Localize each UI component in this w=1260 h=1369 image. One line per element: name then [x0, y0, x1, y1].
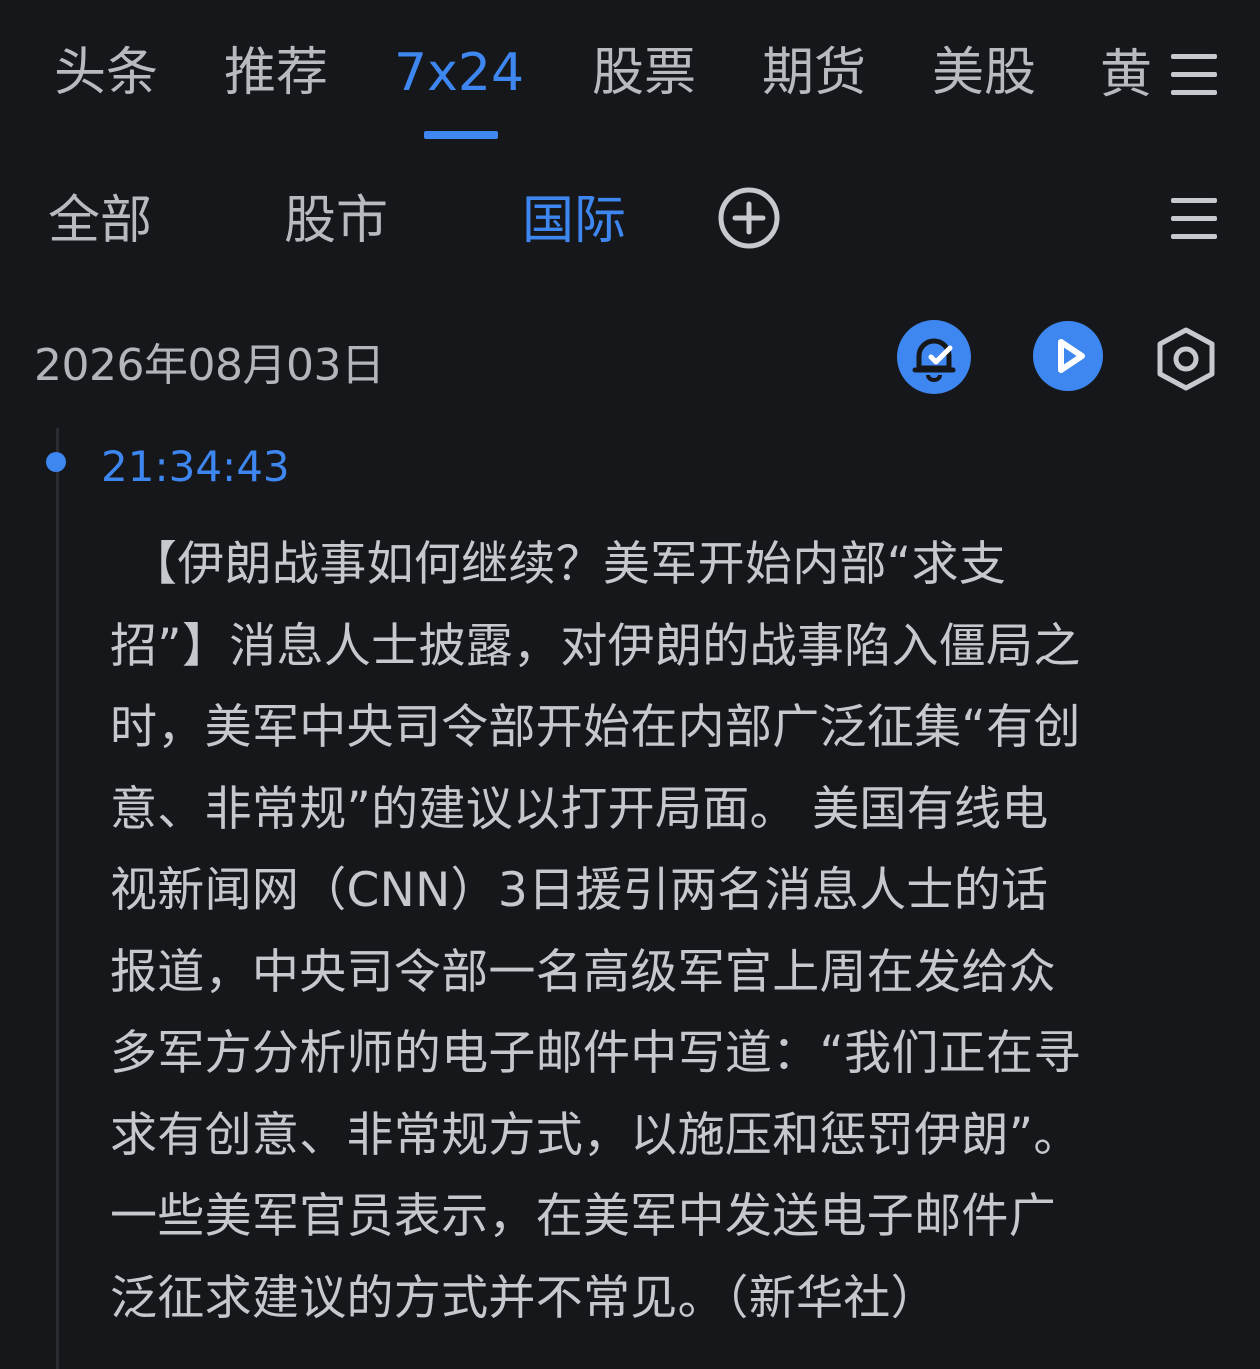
timeline-dot: [46, 452, 66, 472]
subtab-stock-market[interactable]: 股市: [284, 186, 388, 256]
hexagon-settings-icon[interactable]: [1155, 326, 1217, 392]
news-line: 求有创意、非常规方式，以施压和惩罚伊朗”。: [110, 1107, 1081, 1163]
active-tab-indicator: [424, 131, 498, 139]
news-line: 泛征求建议的方式并不常见。（新华社）: [110, 1270, 938, 1326]
tab-overflow-partial[interactable]: 黄: [1100, 40, 1160, 110]
subtab-international[interactable]: 国际: [522, 186, 626, 256]
tab-headlines[interactable]: 头条: [54, 38, 158, 108]
news-line: 多军方分析师的电子邮件中写道：“我们正在寻: [110, 1026, 1081, 1081]
news-line: 报道，中央司令部一名高级军官上周在发给众: [110, 944, 1056, 1000]
tab-7x24[interactable]: 7x24: [394, 38, 524, 108]
tab-overflow-label: 黄: [1100, 45, 1153, 105]
alarm-check-icon: [912, 338, 956, 382]
tab-stocks[interactable]: 股票: [592, 38, 696, 108]
news-line: 视新闻网（CNN）3日援引两名消息人士的话: [110, 863, 1049, 918]
news-time: 21:34:43: [101, 442, 290, 491]
news-line: 一些美军官员表示，在美军中发送电子邮件广: [110, 1189, 1056, 1244]
play-button[interactable]: [1033, 321, 1103, 391]
tab-futures[interactable]: 期货: [762, 38, 866, 108]
alarm-check-button[interactable]: [897, 320, 971, 394]
play-icon: [1058, 339, 1085, 373]
news-line: 时，美军中央司令部开始在内部广泛征集“有创: [110, 700, 1081, 755]
news-line: 意、非常规”的建议以打开局面。 美国有线电: [110, 781, 1049, 837]
tab-recommend[interactable]: 推荐: [224, 38, 328, 108]
hamburger-menu-icon[interactable]: [1171, 198, 1217, 239]
top-tab-bar: 头条 推荐 7x24 股票 期货 美股 黄: [0, 0, 1260, 150]
date-label: 2026年08月03日: [34, 340, 385, 391]
news-line: 【伊朗战事如何继续？美军开始内部“求支: [130, 537, 1007, 592]
tab-us-stocks[interactable]: 美股: [932, 38, 1036, 108]
timeline-line: [56, 428, 59, 1369]
add-circle-icon[interactable]: [718, 187, 780, 249]
news-item-body[interactable]: 【伊朗战事如何继续？美军开始内部“求支 招”】消息人士披露，对伊朗的战事陷入僵局…: [110, 524, 1220, 1339]
subtab-all[interactable]: 全部: [48, 186, 152, 256]
news-line: 招”】消息人士披露，对伊朗的战事陷入僵局之: [110, 618, 1081, 674]
hamburger-menu-icon[interactable]: [1171, 54, 1217, 95]
